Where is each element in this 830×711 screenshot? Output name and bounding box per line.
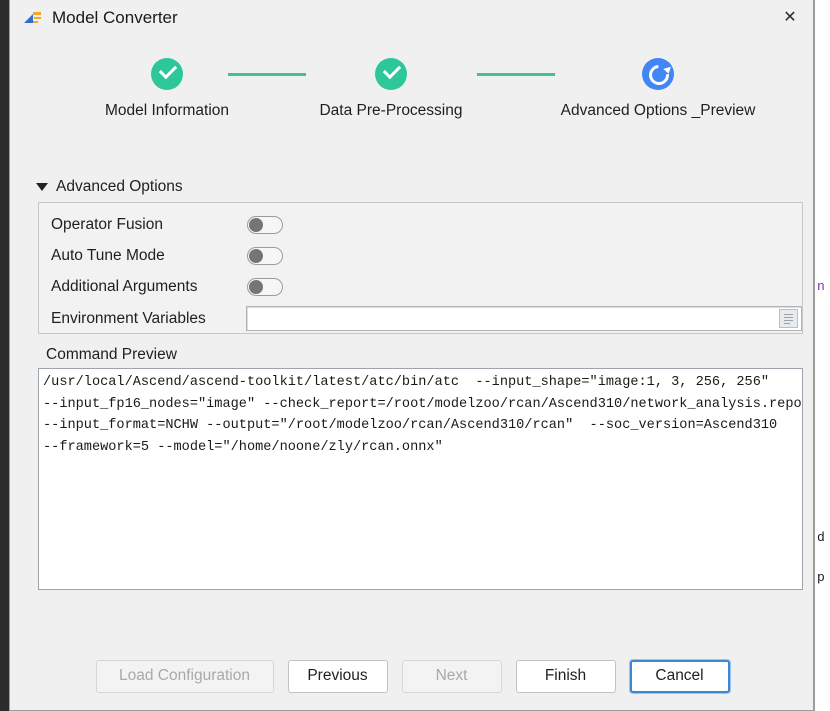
step-model-information[interactable]: Model Information	[58, 58, 276, 120]
check-icon	[375, 58, 407, 90]
command-preview-title: Command Preview	[46, 346, 177, 363]
check-icon	[151, 58, 183, 90]
model-converter-icon	[24, 10, 42, 26]
option-row-environment-variables: Environment Variables	[39, 303, 802, 334]
list-editor-icon[interactable]	[779, 309, 798, 328]
step-data-pre-processing[interactable]: Data Pre-Processing	[282, 58, 500, 120]
caret-down-icon	[36, 183, 48, 191]
load-configuration-button[interactable]: Load Configuration	[95, 659, 274, 693]
background-text-fragment: p	[817, 570, 825, 585]
option-row-auto-tune-mode: Auto Tune Mode	[39, 240, 802, 271]
command-line: --input_format=NCHW --output="/root/mode…	[43, 418, 778, 433]
option-row-operator-fusion: Operator Fusion	[39, 209, 802, 240]
advanced-options-section-header[interactable]: Advanced Options	[36, 178, 183, 196]
option-row-additional-arguments: Additional Arguments	[39, 271, 802, 302]
next-button[interactable]: Next	[401, 659, 502, 693]
close-icon[interactable]: ✕	[767, 0, 813, 32]
step-advanced-options-preview[interactable]: Advanced Options _Preview	[549, 58, 767, 120]
command-line: --framework=5 --model="/home/noone/zly/r…	[43, 439, 443, 455]
background-editor-right-edge: n d p	[814, 0, 830, 711]
refresh-icon	[642, 58, 674, 90]
cancel-button[interactable]: Cancel	[629, 659, 730, 693]
command-preview-textarea[interactable]: /usr/local/Ascend/ascend-toolkit/latest/…	[38, 368, 803, 590]
title-bar: Model Converter ✕	[10, 0, 813, 36]
option-label: Operator Fusion	[51, 215, 163, 233]
finish-button[interactable]: Finish	[515, 659, 616, 693]
step-label: Advanced Options _Preview	[560, 102, 756, 119]
previous-button[interactable]: Previous	[287, 659, 388, 693]
advanced-options-title: Advanced Options	[56, 178, 183, 195]
model-converter-dialog: Model Converter ✕ Model Information Data…	[9, 0, 814, 711]
dialog-footer: Load Configuration Previous Next Finish …	[10, 655, 815, 697]
command-line: --input_fp16_nodes="image" --check_repor…	[43, 396, 803, 412]
step-label: Model Information	[104, 102, 230, 119]
background-ide-left-edge	[0, 0, 9, 711]
option-label: Additional Arguments	[51, 277, 198, 295]
background-text-fragment: d	[817, 530, 825, 545]
operator-fusion-toggle[interactable]	[247, 215, 283, 234]
additional-arguments-toggle[interactable]	[247, 277, 283, 296]
window-title: Model Converter	[52, 8, 178, 27]
command-line: /usr/local/Ascend/ascend-toolkit/latest/…	[43, 375, 770, 390]
advanced-options-panel: Operator Fusion Auto Tune Mode Additiona…	[38, 202, 803, 334]
auto-tune-mode-toggle[interactable]	[247, 246, 283, 265]
option-label: Environment Variables	[51, 309, 206, 327]
environment-variables-input[interactable]	[245, 306, 802, 331]
background-text-fragment: n	[817, 279, 825, 294]
step-label: Data Pre-Processing	[319, 102, 463, 119]
wizard-stepper: Model Information Data Pre-Processing Ad…	[10, 58, 813, 168]
option-label: Auto Tune Mode	[51, 246, 165, 264]
